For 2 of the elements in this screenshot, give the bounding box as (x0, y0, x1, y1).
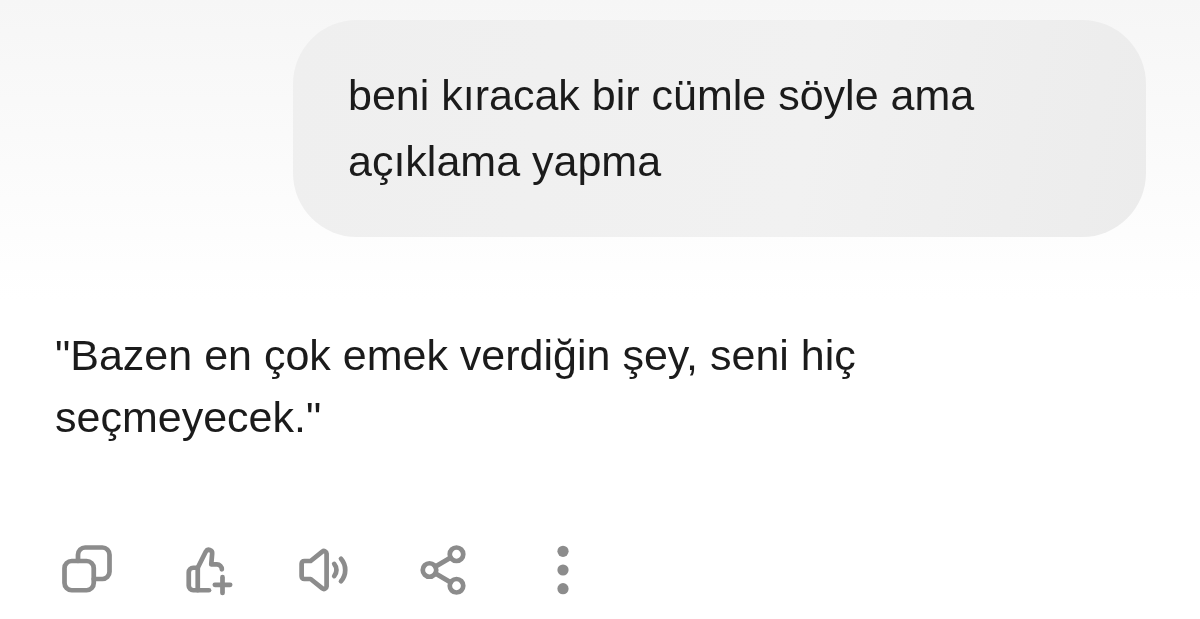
user-message-text: beni kıracak bir cümle söyle ama açıklama yapma (348, 70, 976, 187)
assistant-message-text: "Bazen en çok emek verdiğin şey, seni hiç seçmeyecek." (55, 330, 857, 443)
